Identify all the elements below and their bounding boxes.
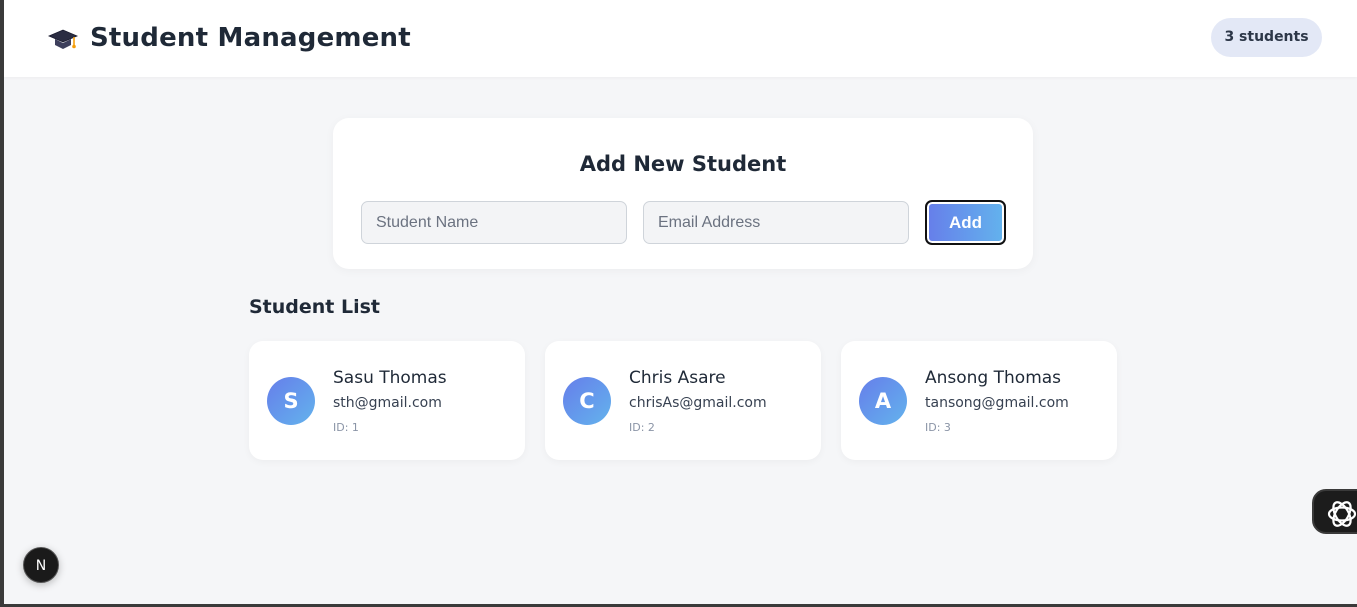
student-email: sth@gmail.com <box>333 395 442 411</box>
avatar: A <box>859 377 907 425</box>
avatar: S <box>267 377 315 425</box>
nextjs-dev-badge[interactable]: N <box>23 547 59 583</box>
student-name: Chris Asare <box>629 368 726 388</box>
add-student-button[interactable]: Add <box>925 200 1006 245</box>
student-email: tansong@gmail.com <box>925 395 1069 411</box>
app-frame: Student Management 3 students Add New St… <box>4 0 1357 604</box>
graduation-cap-icon <box>47 24 79 56</box>
assistant-button[interactable] <box>1312 489 1357 534</box>
student-id: ID: 1 <box>333 421 359 434</box>
avatar: C <box>563 377 611 425</box>
student-card: A Ansong Thomas tansong@gmail.com ID: 3 <box>841 341 1117 460</box>
student-card: S Sasu Thomas sth@gmail.com ID: 1 <box>249 341 525 460</box>
student-id: ID: 2 <box>629 421 655 434</box>
app-header: Student Management 3 students <box>4 0 1357 77</box>
student-count-badge: 3 students <box>1211 18 1322 57</box>
openai-icon <box>1327 501 1357 527</box>
email-address-input[interactable] <box>643 201 909 244</box>
add-student-form: Add New Student Add <box>333 118 1033 269</box>
student-name-input[interactable] <box>361 201 627 244</box>
form-title: Add New Student <box>579 152 787 176</box>
page-title: Student Management <box>90 23 411 53</box>
student-card: C Chris Asare chrisAs@gmail.com ID: 2 <box>545 341 821 460</box>
student-name: Sasu Thomas <box>333 368 447 388</box>
student-id: ID: 3 <box>925 421 951 434</box>
student-list-title: Student List <box>249 296 381 318</box>
student-email: chrisAs@gmail.com <box>629 395 767 411</box>
student-name: Ansong Thomas <box>925 368 1062 388</box>
